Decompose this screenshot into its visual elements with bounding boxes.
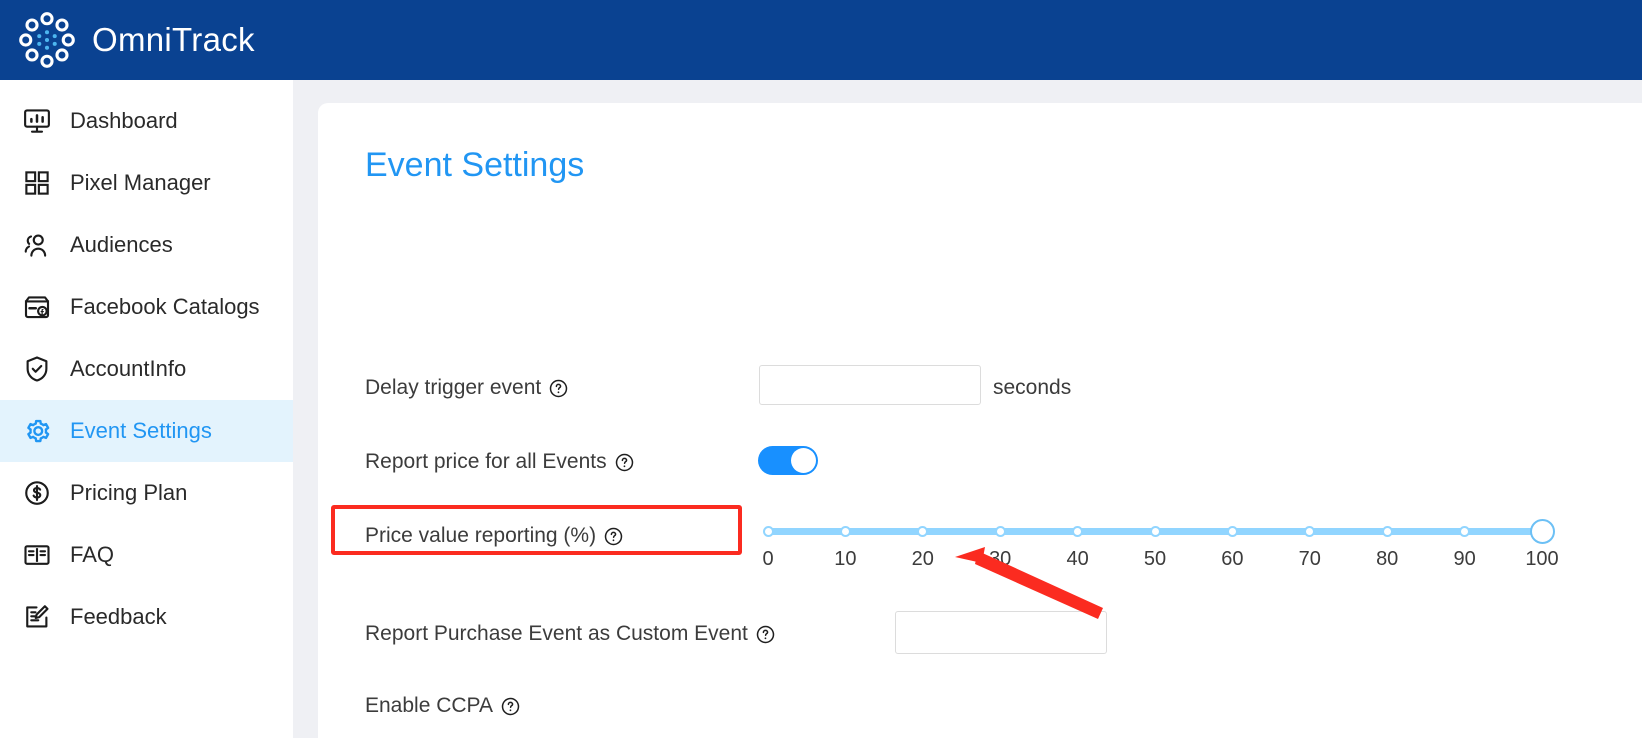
top-bar: OmniTrack [0,0,1642,80]
sidebar-item-pricing-plan[interactable]: Pricing Plan [0,462,293,524]
slider-mark-label: 10 [834,548,857,570]
shield-check-icon [26,356,48,382]
slider-mark-label: 30 [989,548,1012,570]
question-circle-icon[interactable] [604,527,623,546]
monitor-chart-icon [24,109,50,133]
toggle-knob [791,448,816,473]
slider-mark-label: 70 [1298,548,1321,570]
sidebar-item-label: AccountInfo [70,356,187,381]
sidebar-item-faq[interactable]: FAQ [0,524,293,586]
slider-mark-label: 90 [1453,548,1476,570]
sidebar-item-label: Event Settings [70,418,212,443]
sidebar-item-label: Facebook Catalogs [70,294,260,319]
slider-tick-dot [1149,526,1161,537]
report-price-text: Report price for all Events [365,450,607,473]
sidebar-item-event-settings[interactable]: Event Settings [0,400,293,462]
report-purchase-custom-label: Report Purchase Event as Custom Event [365,622,775,646]
page-title: Event Settings [365,146,585,184]
enable-ccpa-label: Enable CCPA [365,694,520,718]
slider-handle[interactable] [1529,519,1555,544]
report-price-label: Report price for all Events [365,450,634,474]
slider-mark-label: 0 [762,548,774,570]
price-value-reporting-text: Price value reporting (%) [365,524,597,547]
gear-icon [27,419,50,443]
sidebar-item-pixel-manager[interactable]: Pixel Manager [0,152,293,214]
sidebar-item-feedback[interactable]: Feedback [0,586,293,648]
question-circle-icon[interactable] [549,379,568,398]
slider-tick-dot [917,526,929,537]
delay-trigger-event-input[interactable] [759,365,981,405]
report-purchase-custom-input[interactable] [895,611,1107,654]
sidebar-item-accountinfo[interactable]: AccountInfo [0,338,293,400]
report-purchase-custom-text: Report Purchase Event as Custom Event [365,622,748,645]
sidebar-item-dashboard[interactable]: Dashboard [0,90,293,152]
slider-mark-label: 50 [1143,548,1167,570]
sidebar: Dashboard Pixel Manager Audiences Facebo… [0,80,293,738]
sidebar-item-label: Pixel Manager [70,170,211,195]
slider-mark-label: 20 [911,548,934,570]
sidebar-item-label: Dashboard [70,108,178,133]
open-book-icon [24,545,50,565]
slider-tick-dot [1459,526,1471,537]
slider-tick-dot [839,526,851,537]
question-circle-icon[interactable] [615,453,634,472]
question-circle-icon[interactable] [501,697,520,716]
slider-mark-label: 60 [1221,548,1244,570]
dollar-circle-icon [25,481,49,505]
note-pencil-icon [26,605,49,628]
slider-mark-label: 80 [1376,548,1399,570]
sidebar-item-label: Audiences [70,232,173,257]
delay-trigger-event-label: Delay trigger event [365,376,568,400]
catalog-card-icon [24,296,50,319]
dots-circle-logo-icon [19,12,75,68]
delay-trigger-unit-label: seconds [993,376,1072,399]
sidebar-item-facebook-catalogs[interactable]: Facebook Catalogs [0,276,293,338]
sidebar-item-label: Feedback [70,604,167,629]
slider-tick-dot [1226,526,1238,537]
app-root: OmniTrack Dashboard Pixel Manager Audien… [0,0,1642,738]
price-value-reporting-label: Price value reporting (%) [365,524,623,548]
slider-tick-dot [1381,526,1393,537]
brand[interactable]: OmniTrack [18,11,255,69]
report-price-toggle[interactable] [758,446,818,475]
brand-name: OmniTrack [92,21,255,58]
slider-tick-dot [994,526,1006,537]
price-value-reporting-slider[interactable]: 0 10 20 30 40 50 60 70 80 90 100 [762,519,1559,578]
slider-tick-dot [762,526,774,537]
enable-ccpa-text: Enable CCPA [365,694,494,717]
slider-mark-label: 40 [1066,548,1089,570]
sidebar-item-audiences[interactable]: Audiences [0,214,293,276]
people-icon [24,234,47,257]
slider-tick-dot [1072,526,1084,537]
question-circle-icon[interactable] [756,625,775,644]
sidebar-item-label: Pricing Plan [70,480,188,505]
sidebar-item-label: FAQ [70,542,115,567]
grid-squares-icon [25,171,49,195]
slider-tick-dot [1304,526,1316,537]
slider-mark-label: 100 [1525,548,1559,570]
delay-trigger-event-text: Delay trigger event [365,376,542,399]
content-card: Event Settings Delay trigger event secon… [318,103,1642,738]
